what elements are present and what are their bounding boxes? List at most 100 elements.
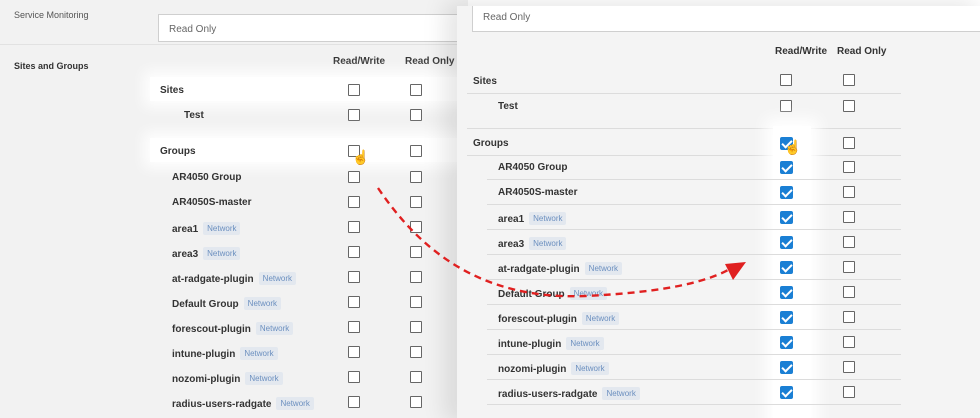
read-only-checkbox[interactable]: [843, 336, 855, 348]
read-write-checkbox[interactable]: [780, 211, 793, 224]
read-write-checkbox[interactable]: [348, 396, 360, 408]
read-only-checkbox[interactable]: [843, 386, 855, 398]
sites-read-only-checkbox-overlay[interactable]: [843, 74, 855, 86]
row-divider: [487, 354, 901, 355]
read-write-checkbox[interactable]: [780, 361, 793, 374]
read-write-checkbox[interactable]: [780, 311, 793, 324]
row-divider: [487, 279, 901, 280]
groups-read-only-checkbox[interactable]: [410, 145, 422, 157]
groups-read-only-checkbox-overlay[interactable]: [843, 137, 855, 149]
group-item-overlay: at-radgate-plugin Network: [498, 262, 623, 275]
row-label-text: nozomi-plugin: [172, 374, 241, 385]
read-write-checkbox[interactable]: [348, 171, 360, 183]
network-tag: Network: [581, 312, 620, 325]
site-item: Test: [184, 110, 204, 121]
service-monitoring-value-overlay: Read Only: [483, 12, 531, 23]
read-only-checkbox[interactable]: [410, 109, 422, 121]
row-label-text: Test: [184, 110, 204, 121]
row-label-text: AR4050S-master: [172, 197, 252, 208]
network-tag: Network: [203, 247, 241, 260]
read-only-checkbox[interactable]: [410, 321, 422, 333]
read-only-checkbox[interactable]: [410, 271, 422, 283]
read-only-checkbox[interactable]: [843, 100, 855, 112]
read-only-checkbox[interactable]: [410, 396, 422, 408]
read-write-checkbox[interactable]: [780, 161, 793, 174]
read-write-checkbox[interactable]: [780, 336, 793, 349]
row-divider: [487, 379, 901, 380]
groups-divider: [467, 155, 901, 156]
read-write-checkbox[interactable]: [348, 321, 360, 333]
network-tag: Network: [245, 372, 283, 385]
group-item: AR4050S-master: [172, 197, 252, 208]
read-only-checkbox[interactable]: [410, 221, 422, 233]
read-only-checkbox[interactable]: [843, 186, 855, 198]
group-item-overlay: area1 Network: [498, 212, 567, 225]
sites-read-only-checkbox[interactable]: [410, 84, 422, 96]
sites-read-write-checkbox[interactable]: [348, 84, 360, 96]
network-tag: Network: [529, 237, 567, 250]
read-only-checkbox[interactable]: [843, 361, 855, 373]
group-item-overlay: intune-plugin Network: [498, 337, 604, 350]
read-only-checkbox[interactable]: [843, 311, 855, 323]
read-write-checkbox[interactable]: [348, 246, 360, 258]
read-write-checkbox[interactable]: [780, 100, 792, 112]
read-only-checkbox[interactable]: [843, 261, 855, 273]
network-tag: Network: [566, 337, 604, 350]
read-only-checkbox[interactable]: [410, 171, 422, 183]
group-item: at-radgate-plugin Network: [172, 272, 297, 285]
group-item: nozomi-plugin Network: [172, 372, 283, 385]
sites-and-groups-label: Sites and Groups: [14, 61, 89, 71]
network-tag: Network: [584, 262, 623, 275]
service-monitoring-select-overlay[interactable]: Read Only: [472, 6, 980, 32]
row-label-text: forescout-plugin: [498, 314, 577, 325]
row-divider: [487, 179, 901, 180]
row-divider: [487, 304, 901, 305]
service-monitoring-value: Read Only: [169, 24, 217, 35]
read-only-checkbox[interactable]: [410, 346, 422, 358]
read-write-checkbox[interactable]: [348, 221, 360, 233]
network-tag: Network: [602, 387, 640, 400]
read-write-checkbox[interactable]: [348, 371, 360, 383]
service-monitoring-select[interactable]: Read Only: [158, 14, 468, 42]
read-write-checkbox[interactable]: [348, 296, 360, 308]
network-tag: Network: [203, 222, 241, 235]
hand-pointer-icon: ☝: [784, 139, 802, 155]
row-label-text: at-radgate-plugin: [498, 264, 580, 275]
read-only-checkbox[interactable]: [410, 196, 422, 208]
read-only-checkbox[interactable]: [843, 161, 855, 173]
permissions-panel-before: Service Monitoring Read Only Sites and G…: [0, 0, 468, 418]
site-item-overlay: Test: [498, 101, 518, 112]
read-write-checkbox[interactable]: [348, 346, 360, 358]
row-label-text: AR4050S-master: [498, 187, 578, 198]
read-write-checkbox[interactable]: [348, 196, 360, 208]
read-only-checkbox[interactable]: [410, 296, 422, 308]
read-only-checkbox[interactable]: [843, 236, 855, 248]
row-label-text: intune-plugin: [172, 349, 236, 360]
read-write-checkbox[interactable]: [780, 236, 793, 249]
read-write-checkbox[interactable]: [348, 271, 360, 283]
read-write-checkbox[interactable]: [780, 286, 793, 299]
service-monitoring-label: Service Monitoring: [14, 10, 89, 20]
read-write-checkbox[interactable]: [780, 186, 793, 199]
group-item: intune-plugin Network: [172, 347, 278, 360]
col-header-read-only: Read Only: [405, 56, 455, 67]
group-item-overlay: nozomi-plugin Network: [498, 362, 609, 375]
network-tag: Network: [569, 287, 608, 300]
read-only-checkbox[interactable]: [410, 371, 422, 383]
row-label-text: area1: [498, 214, 525, 225]
read-write-checkbox[interactable]: [348, 109, 360, 121]
group-item-overlay: AR4050 Group: [498, 162, 567, 173]
hand-pointer-icon: ☝: [352, 149, 370, 165]
row-divider: [487, 254, 901, 255]
permissions-panel-after: Read Only Read/Write Read Only Sites Tes…: [457, 6, 980, 418]
row-label-text: radius-users-radgate: [498, 389, 598, 400]
sites-read-write-checkbox-overlay[interactable]: [780, 74, 792, 86]
read-only-checkbox[interactable]: [843, 286, 855, 298]
row-label-text: forescout-plugin: [172, 324, 251, 335]
network-tag: Network: [529, 212, 567, 225]
read-only-checkbox[interactable]: [843, 211, 855, 223]
read-write-checkbox[interactable]: [780, 261, 793, 274]
read-write-checkbox[interactable]: [780, 386, 793, 399]
read-only-checkbox[interactable]: [410, 246, 422, 258]
row-divider: [487, 404, 901, 405]
